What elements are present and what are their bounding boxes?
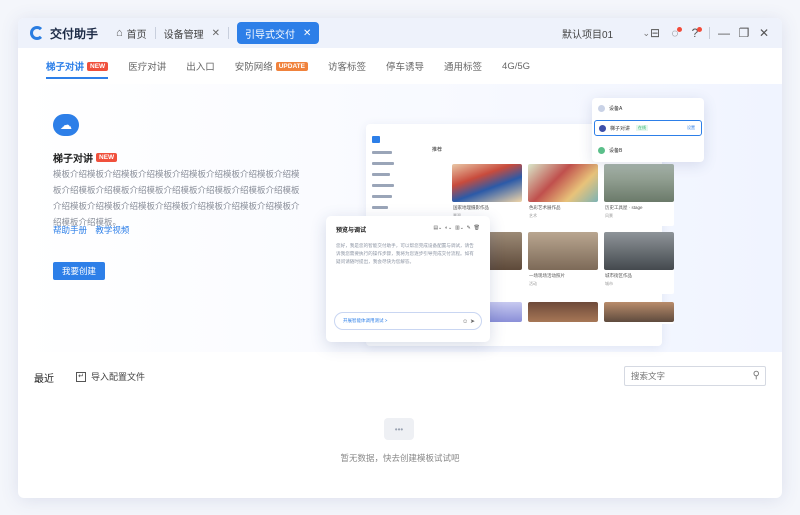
status-dot-icon: [598, 104, 605, 112]
empty-state-text: 暂无数据，快去创建模板试试吧: [340, 453, 460, 463]
popup-row-label: 设备A: [609, 105, 623, 112]
template-title: 梯子对讲 NEW: [53, 150, 118, 165]
help-manual-link[interactable]: 帮助手册: [53, 225, 87, 235]
chat-toolbar: ▤⌄ ◐⌄ ▥⌄ ✎ 🗑: [433, 225, 480, 231]
tab-home[interactable]: ⌂ 首页: [108, 22, 155, 44]
new-badge: NEW: [87, 61, 109, 71]
bag-icon[interactable]: ⊟: [645, 26, 665, 40]
empty-state-icon: •••: [384, 418, 414, 440]
illustration-card: 城市街区作品 城市: [604, 232, 674, 294]
import-config-button[interactable]: ↵ 导入配置文件: [76, 370, 145, 383]
tutorial-video-link[interactable]: 教学视频: [95, 225, 129, 235]
tab-label: 医疗对讲: [128, 62, 167, 73]
chat-input-text: 开展智能体调用测试 >: [343, 318, 388, 323]
illustration-card: [486, 302, 522, 324]
illustration-header: 推荐: [432, 147, 443, 153]
status-dot-icon: [598, 146, 605, 154]
maximize-icon[interactable]: ❐: [734, 26, 754, 40]
search-input[interactable]: [631, 371, 741, 381]
category-tabs: 梯子对讲 NEW 医疗对讲 出入口 安防网络 UPDATE 访客标签 停车诱导 …: [46, 54, 550, 79]
tab-label: 访客标签: [327, 62, 366, 73]
popup-row: 设备B: [598, 142, 698, 158]
card-caption: 一场现场活动照片: [529, 273, 565, 278]
tab-general-tags[interactable]: 通用标签: [444, 54, 482, 78]
tab-label: 引导式交付: [245, 29, 296, 41]
illustration-card: [528, 302, 598, 324]
tab-parking-guidance[interactable]: 停车诱导: [386, 54, 424, 78]
card-caption: 国家地理摄影作品: [453, 205, 489, 210]
close-icon[interactable]: ✕: [212, 28, 220, 39]
tab-label: 出入口: [186, 62, 215, 73]
minimize-icon[interactable]: —: [714, 26, 734, 40]
tab-visitor-tags[interactable]: 访客标签: [328, 54, 366, 78]
import-icon: ↵: [76, 371, 86, 382]
status-badge: 在线: [636, 125, 649, 131]
template-hero: ☁ 梯子对讲 NEW 模板介绍模板介绍模板介绍模板介绍模板介绍模板介绍模板介绍模…: [18, 84, 782, 352]
create-button[interactable]: 我要创建: [53, 262, 105, 280]
popup-action: 设置: [687, 125, 695, 130]
app-name: 交付助手: [50, 26, 99, 41]
illustration-chat-panel: 预览与调试 ▤⌄ ◐⌄ ▥⌄ ✎ 🗑 您好，我是您的智能交付助手，可以帮您完成设…: [326, 216, 490, 342]
illustration-card: 历史工具屋 · stage 风景: [604, 164, 674, 226]
cloud-lightning-icon: ☁: [53, 114, 79, 136]
status-dot-icon: [599, 124, 606, 132]
close-window-icon[interactable]: ✕: [754, 26, 774, 40]
tab-4g-5g[interactable]: 4G/5G: [502, 54, 530, 78]
new-badge: NEW: [96, 153, 118, 162]
tab-device-management[interactable]: 设备管理 ✕: [156, 22, 228, 44]
divider: [709, 27, 710, 39]
search-icon[interactable]: ⚲: [753, 370, 760, 381]
illustration-card: 色彩艺术展作品 艺术: [528, 164, 598, 226]
card-tag: 活动: [529, 281, 537, 286]
tab-guided-delivery[interactable]: 引导式交付 ✕: [237, 22, 320, 44]
search-box: ⚲: [624, 366, 766, 386]
tab-medical-intercom[interactable]: 医疗对讲: [128, 54, 166, 78]
card-caption: 城市街区作品: [605, 273, 632, 278]
popup-row-label: 梯子对讲: [610, 125, 631, 132]
tab-label: 停车诱导: [386, 62, 425, 73]
illustration-card: 一场现场活动照片 活动: [528, 232, 598, 294]
send-icon: ☺ ➤: [462, 318, 475, 325]
illustration-card: [604, 302, 674, 324]
tab-divider: [228, 27, 230, 39]
tab-label: 设备管理: [163, 29, 204, 41]
title-bar: 交付助手 ⌂ 首页 设备管理 ✕ 引导式交付 ✕ 默认项目01 ⌄ ⊟ ◌ ? …: [18, 18, 782, 48]
tab-security-network[interactable]: 安防网络 UPDATE: [235, 54, 308, 78]
update-badge: UPDATE: [275, 61, 308, 71]
template-description: 模板介绍模板介绍模板介绍模板介绍模板介绍模板介绍模板介绍模板介绍模板介绍模板介绍…: [53, 169, 300, 227]
recent-heading: 最近: [34, 374, 54, 385]
window-controls: ⊟ ◌ ? — ❐ ✕: [645, 18, 774, 48]
popup-row-label: 设备B: [609, 147, 623, 154]
tab-elevator-intercom[interactable]: 梯子对讲 NEW: [46, 54, 109, 79]
notification-icon[interactable]: ◌: [665, 26, 685, 40]
chat-input: 开展智能体调用测试 > ☺ ➤: [334, 312, 482, 330]
card-tag: 风景: [605, 213, 613, 218]
tab-label: 4G/5G: [502, 60, 531, 72]
tab-label: 首页: [126, 29, 147, 41]
help-icon[interactable]: ?: [685, 26, 705, 40]
chat-body: 您好，我是您的智能交付助手，可以帮您完成设备配置与调试，请告诉我您需要执行的操作…: [336, 243, 474, 264]
close-icon[interactable]: ✕: [303, 28, 311, 39]
home-icon: ⌂: [116, 27, 123, 39]
tab-label: 通用标签: [444, 62, 483, 73]
tab-label: 梯子对讲: [46, 62, 85, 73]
tab-entrance[interactable]: 出入口: [186, 54, 215, 78]
project-select-value: 默认项目01: [562, 29, 614, 41]
card-caption: 色彩艺术展作品: [529, 205, 561, 210]
illustration-device-popup: 设备A 梯子对讲 在线 设置 设备B: [592, 98, 704, 162]
app-logo-icon: [30, 26, 44, 40]
hero-links: 帮助手册 教学视频: [53, 224, 135, 236]
card-tag: 城市: [605, 281, 613, 286]
chat-title: 预览与调试: [336, 228, 367, 234]
card-tag: 艺术: [529, 213, 537, 218]
popup-row: 设备A: [598, 100, 698, 116]
popup-row-selected: 梯子对讲 在线 设置: [594, 120, 702, 136]
template-title-text: 梯子对讲: [53, 154, 93, 165]
project-select[interactable]: 默认项目01 ⌄: [556, 23, 656, 43]
brand: 交付助手: [18, 25, 108, 42]
import-config-label: 导入配置文件: [91, 372, 146, 382]
app-window: 交付助手 ⌂ 首页 设备管理 ✕ 引导式交付 ✕ 默认项目01 ⌄ ⊟ ◌ ? …: [18, 18, 782, 498]
card-caption: 历史工具屋 · stage: [605, 205, 643, 210]
tab-label: 安防网络: [234, 62, 273, 73]
